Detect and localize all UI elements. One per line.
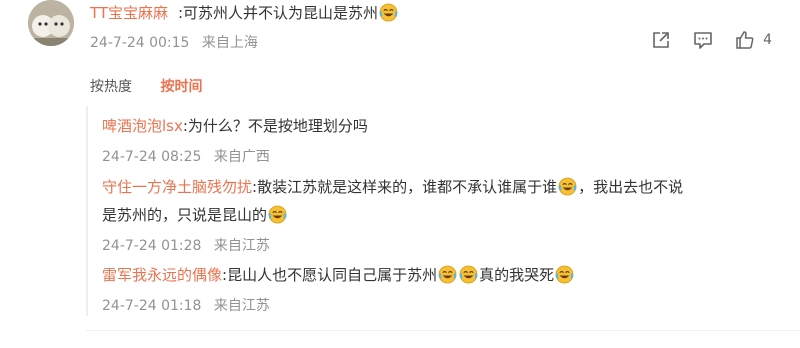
avatar[interactable] — [28, 0, 74, 46]
reply-username[interactable]: 守住一方净土脑残勿扰 — [102, 178, 252, 196]
reply-item: 雷军我永远的偶像:昆山人也不愿认同自己属于苏州 真的我哭死 24-7-24 01:… — [102, 261, 575, 315]
comment-text-body: :可苏州人并不认为昆山是苏州 — [178, 4, 379, 22]
sort-by-heat-tab[interactable]: 按热度 — [90, 79, 132, 95]
reply-username[interactable]: 雷军我永远的偶像 — [102, 266, 222, 284]
sort-tabs: 按热度 按时间 — [90, 76, 202, 96]
like-button[interactable]: 4 — [735, 30, 772, 50]
comment-actions: 4 — [651, 30, 772, 50]
comment-text: :可苏州人并不认为昆山是苏州 — [178, 2, 399, 23]
comment-username[interactable]: TT宝宝麻麻 — [90, 2, 168, 23]
reply-body-line2: 是苏州的，只说是昆山的 — [102, 206, 268, 224]
reply-text: 雷军我永远的偶像:昆山人也不愿认同自己属于苏州 真的我哭死 — [102, 261, 575, 289]
reply-username[interactable]: 啤酒泡泡lsx — [102, 117, 183, 135]
share-icon[interactable] — [651, 30, 671, 50]
sort-by-time-tab[interactable]: 按时间 — [160, 79, 202, 95]
reply-body-continued: ，我出去也不说 — [578, 178, 684, 196]
comment-icon[interactable] — [693, 30, 713, 50]
laugh-cry-emoji-icon — [438, 265, 457, 284]
thumbs-up-icon — [736, 31, 754, 49]
reply-location: 来自江苏 — [213, 238, 270, 254]
laugh-cry-emoji-icon — [268, 205, 287, 224]
reply-item: 守住一方净土脑残勿扰:散装江苏就是这样来的，谁都不承认谁属于谁 ，我出去也不说是苏… — [102, 173, 683, 255]
laugh-cry-emoji-icon — [379, 3, 398, 22]
reply-date: 24-7-24 08:25 — [102, 149, 202, 165]
laugh-cry-emoji-icon — [459, 265, 478, 284]
comment-location: 来自上海 — [201, 35, 258, 51]
reply-text: 啤酒泡泡lsx:为什么？不是按地理划分吗 — [102, 112, 368, 140]
reply-date: 24-7-24 01:18 — [102, 298, 202, 314]
comment-meta: 24-7-24 00:15 来自上海 — [90, 32, 258, 52]
divider — [86, 330, 800, 331]
reply-date: 24-7-24 01:28 — [102, 238, 202, 254]
reply-body: :昆山人也不愿认同自己属于苏州 — [222, 266, 438, 284]
like-count: 4 — [763, 32, 772, 48]
laugh-cry-emoji-icon — [558, 177, 577, 196]
reply-location: 来自江苏 — [213, 298, 270, 314]
reply-body-continued: 真的我哭死 — [479, 266, 555, 284]
reply-location: 来自广西 — [213, 149, 270, 165]
reply-text: 守住一方净土脑残勿扰:散装江苏就是这样来的，谁都不承认谁属于谁 ，我出去也不说是苏… — [102, 173, 683, 229]
reply-meta: 24-7-24 08:25 来自广西 — [102, 146, 368, 166]
reply-meta: 24-7-24 01:28 来自江苏 — [102, 235, 683, 255]
comment-date: 24-7-24 00:15 — [90, 35, 190, 51]
reply-body: :散装江苏就是这样来的，谁都不承认谁属于谁 — [252, 178, 558, 196]
laugh-cry-emoji-icon — [555, 265, 574, 284]
reply-list: 啤酒泡泡lsx:为什么？不是按地理划分吗 24-7-24 08:25 来自广西 … — [86, 106, 776, 316]
reply-item: 啤酒泡泡lsx:为什么？不是按地理划分吗 24-7-24 08:25 来自广西 — [102, 112, 368, 166]
reply-meta: 24-7-24 01:18 来自江苏 — [102, 295, 575, 315]
reply-body: :为什么？不是按地理划分吗 — [182, 117, 368, 135]
